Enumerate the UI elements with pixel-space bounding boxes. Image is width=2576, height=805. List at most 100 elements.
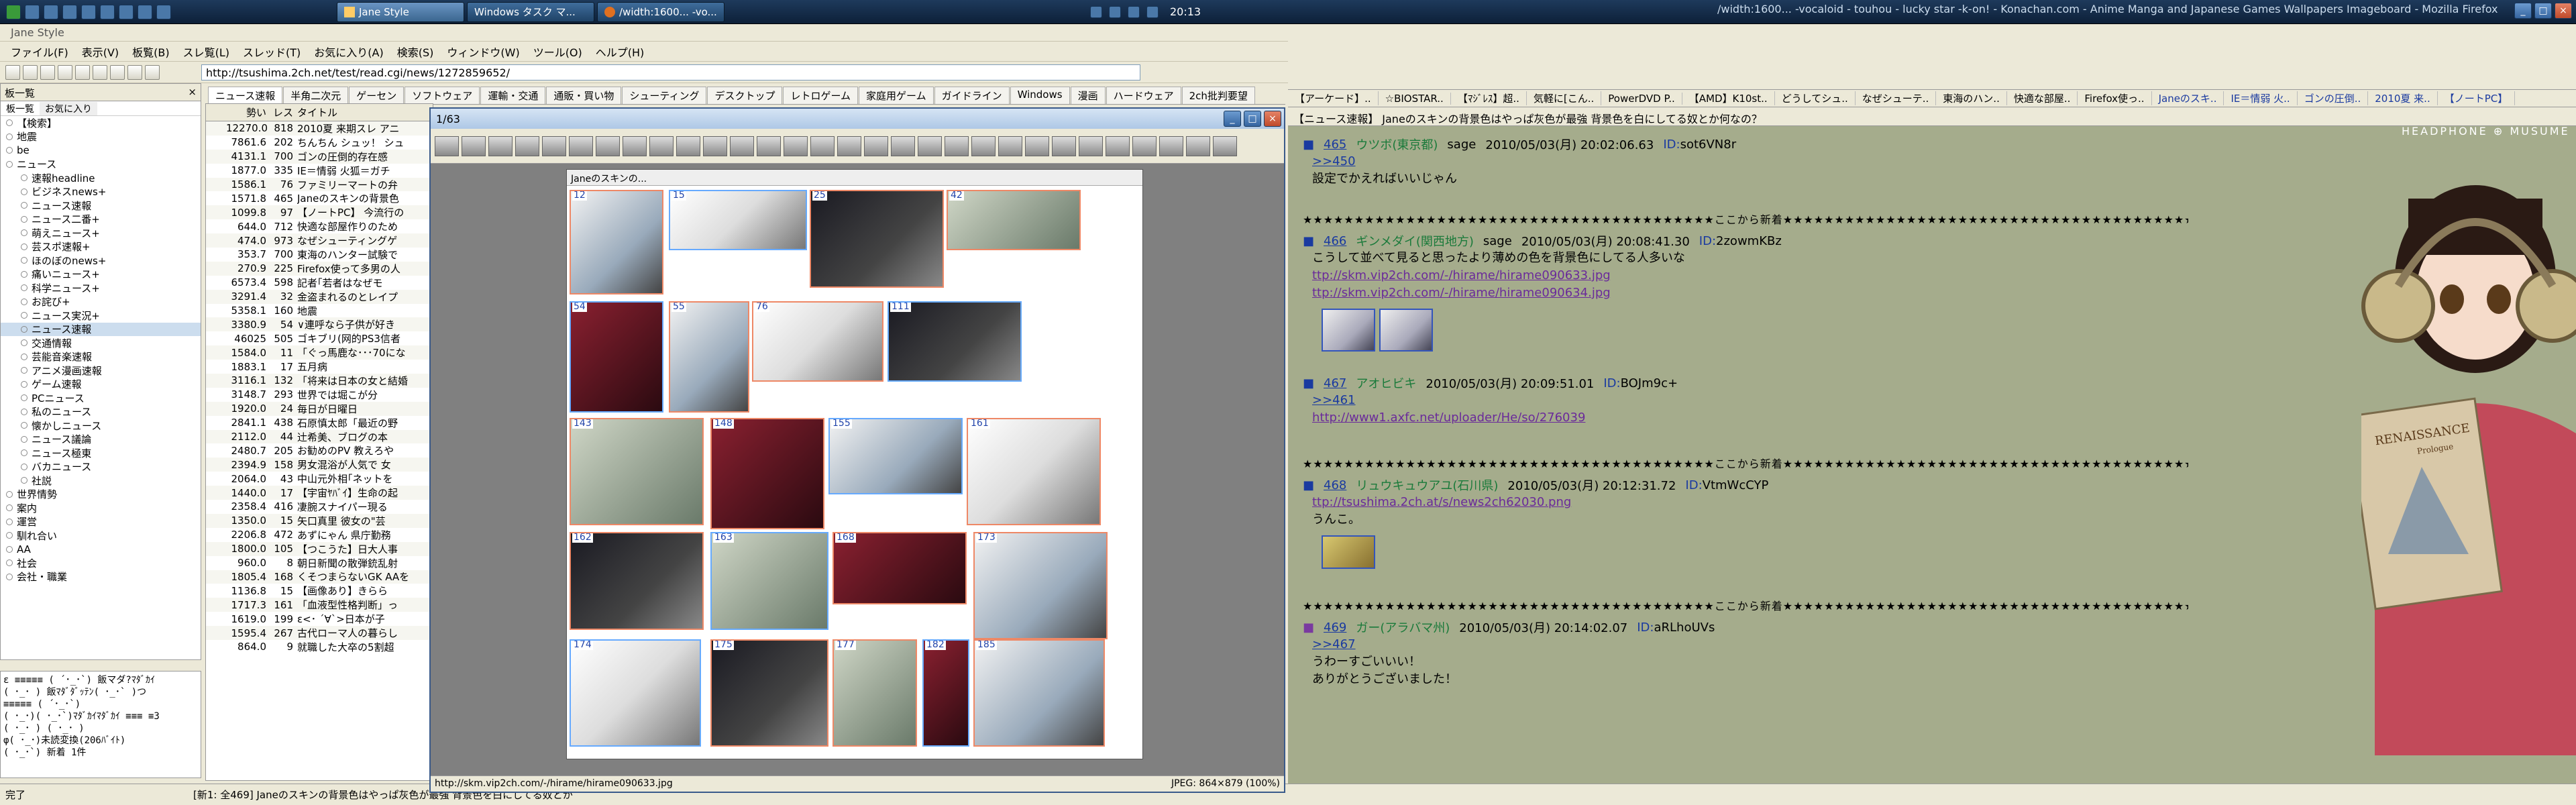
thread-row[interactable]: 2841.1 438 石原慎太郎「最近の野 <box>206 416 433 430</box>
post-id-label[interactable]: ID: <box>1637 621 1654 635</box>
post-number[interactable]: 468 <box>1324 478 1346 492</box>
viewer-thumbnail[interactable] <box>1186 136 1210 156</box>
tree-item[interactable]: AA <box>1 543 201 557</box>
tree-item[interactable]: 交通情報 <box>1 336 201 350</box>
thread-row[interactable]: 3291.4 32 金盗まれるのとレイプ <box>206 289 433 304</box>
screenshot-thumbnail[interactable]: 148 <box>710 418 824 529</box>
viewer-thumbnail[interactable] <box>1052 136 1076 156</box>
tree-tab[interactable]: 板一覧 <box>1 102 40 115</box>
image-thumbnail[interactable] <box>1379 309 1433 352</box>
search-icon[interactable] <box>110 64 125 80</box>
tree-item[interactable]: お詫び+ <box>1 295 201 309</box>
viewer-thumbnail[interactable] <box>623 136 647 156</box>
menu-thread[interactable]: スレッド(T) <box>236 44 307 60</box>
viewer-thumbnail[interactable] <box>1132 136 1157 156</box>
post-number[interactable]: 465 <box>1324 138 1346 152</box>
menu-search[interactable]: 検索(S) <box>390 44 441 60</box>
quicklaunch-icon[interactable] <box>119 4 133 19</box>
tree-item[interactable]: 痛いニュース+ <box>1 268 201 282</box>
thread-row[interactable]: 7861.6 202 ちんちん シュッ！ シュ <box>206 136 433 150</box>
maximize-button[interactable]: □ <box>2534 3 2552 19</box>
tree-item[interactable]: ニュース極東 <box>1 446 201 460</box>
image-canvas[interactable]: Janeのスキンの... 12 15 25 42 54 55 76 111 143 148 155 1… <box>566 169 1143 759</box>
quicklaunch-icon[interactable] <box>44 4 58 19</box>
thread-row[interactable]: 864.0 9 就職した大卒の5割超 <box>206 640 433 654</box>
quicklaunch-icon[interactable] <box>81 4 96 19</box>
menu-favorites[interactable]: お気に入り(A) <box>307 44 390 60</box>
viewer-thumbnail[interactable] <box>837 136 861 156</box>
thread-row[interactable]: 1805.4 168 くそつまらないGK AAを <box>206 570 433 584</box>
viewer-thumbnail[interactable] <box>515 136 539 156</box>
taskbar-window-firefox[interactable]: /width:1600... -vo... <box>597 1 724 22</box>
thread-row[interactable]: 5358.1 160 地震 <box>206 304 433 318</box>
col-momentum[interactable]: 勢い <box>226 105 266 119</box>
viewer-thumbnail[interactable] <box>676 136 700 156</box>
viewer-thumbnail[interactable] <box>703 136 727 156</box>
stop-icon[interactable] <box>75 64 90 80</box>
back-icon[interactable] <box>5 64 20 80</box>
image-thumbnail[interactable] <box>1322 309 1375 352</box>
tab-board[interactable]: 通販・買い物 <box>546 87 622 104</box>
thread-row[interactable]: 353.7 700 東海のハンター試験で <box>206 248 433 262</box>
viewer-thumbnail[interactable] <box>462 136 486 156</box>
viewer-thumbnail[interactable] <box>945 136 969 156</box>
tray-icon[interactable] <box>1090 5 1102 18</box>
tab-board[interactable]: 2ch批判要望 <box>1181 87 1255 104</box>
bookmark-tab[interactable]: 【アーケード】.. <box>1288 91 1379 105</box>
minimize-button[interactable]: _ <box>2514 3 2532 19</box>
viewer-thumbnail[interactable] <box>542 136 566 156</box>
screenshot-thumbnail[interactable]: 54 <box>570 301 663 413</box>
bookmark-tab[interactable]: 【ノートPC】 <box>2438 91 2516 105</box>
bookmark-tab[interactable]: Firefox使っ.. <box>2078 91 2152 105</box>
thread-row[interactable]: 1350.0 15 矢口真里 彼女の"芸 <box>206 513 433 528</box>
tree-item[interactable]: 社説 <box>1 474 201 488</box>
bookmark-tab[interactable]: 【AMD】K10st.. <box>1682 91 1775 105</box>
thread-row[interactable]: 2064.0 43 中山元外相｢ネットを <box>206 472 433 486</box>
bookmark-tab[interactable]: 【ﾏｼﾞﾚｽ】超.. <box>1451 91 1527 105</box>
thread-row[interactable]: 1717.3 161 「血液型性格判断」っ <box>206 598 433 612</box>
bookmark-tab[interactable]: 快適な部屋.. <box>2007 91 2078 105</box>
thread-row[interactable]: 4131.1 700 ゴンの圧倒的存在感 <box>206 149 433 164</box>
screenshot-thumbnail[interactable]: 42 <box>947 190 1081 250</box>
tree-item[interactable]: バカニュース <box>1 460 201 474</box>
viewer-thumbnail[interactable] <box>1106 136 1130 156</box>
thread-row[interactable]: 2358.4 416 凄腕スナイパー現る <box>206 500 433 514</box>
bookmark-tab[interactable]: 2010夏 来.. <box>2368 91 2438 105</box>
url-field[interactable]: http://tsushima.2ch.net/test/read.cgi/ne… <box>201 64 1140 80</box>
thread-row[interactable]: 2112.0 44 辻希美、ブログの本 <box>206 429 433 444</box>
tree-item[interactable]: ニュース <box>1 158 201 172</box>
tree-item[interactable]: 萌えニュース+ <box>1 226 201 240</box>
thread-row[interactable]: 270.9 225 Firefox使って多男の人 <box>206 261 433 276</box>
screenshot-thumbnail[interactable]: 174 <box>570 639 701 747</box>
col-res[interactable]: レス <box>266 105 297 119</box>
viewer-thumbnail[interactable] <box>1079 136 1103 156</box>
screenshot-thumbnail[interactable]: 177 <box>833 639 917 747</box>
quicklaunch-icon[interactable] <box>156 4 171 19</box>
screenshot-thumbnail[interactable]: 182 <box>922 639 969 747</box>
tree-item[interactable]: 【検索】 <box>1 116 201 130</box>
screenshot-thumbnail[interactable]: 163 <box>710 532 828 630</box>
tree-item[interactable]: 案内 <box>1 501 201 515</box>
tree-item[interactable]: ニュース実況+ <box>1 309 201 323</box>
screenshot-thumbnail[interactable]: 111 <box>888 301 1022 382</box>
screenshot-thumbnail[interactable]: 25 <box>810 190 944 288</box>
menu-board[interactable]: 板覧(B) <box>125 44 176 60</box>
viewer-thumbnail[interactable] <box>730 136 754 156</box>
viewer-thumbnail[interactable] <box>649 136 674 156</box>
bookmark-tab[interactable]: 気軽に[こん.. <box>1527 91 1602 105</box>
tree-item[interactable]: 地震 <box>1 130 201 144</box>
taskbar-window-jane[interactable]: Jane Style <box>337 1 464 22</box>
tree-item[interactable]: アニメ漫画速報 <box>1 364 201 378</box>
start-button[interactable] <box>6 4 21 19</box>
viewer-thumbnail[interactable] <box>998 136 1022 156</box>
viewer-thumbnail[interactable] <box>864 136 888 156</box>
tree-item[interactable]: PCニュース <box>1 391 201 405</box>
viewer-thumbnail[interactable] <box>784 136 808 156</box>
tree-item[interactable]: 科学ニュース+ <box>1 281 201 295</box>
screenshot-thumbnail[interactable]: 55 <box>669 301 749 413</box>
post-id-label[interactable]: ID: <box>1699 234 1716 248</box>
viewer-thumbnail[interactable] <box>810 136 835 156</box>
menu-tools[interactable]: ツール(O) <box>527 44 589 60</box>
quicklaunch-icon[interactable] <box>62 4 77 19</box>
menu-file[interactable]: ファイル(F) <box>4 44 75 60</box>
